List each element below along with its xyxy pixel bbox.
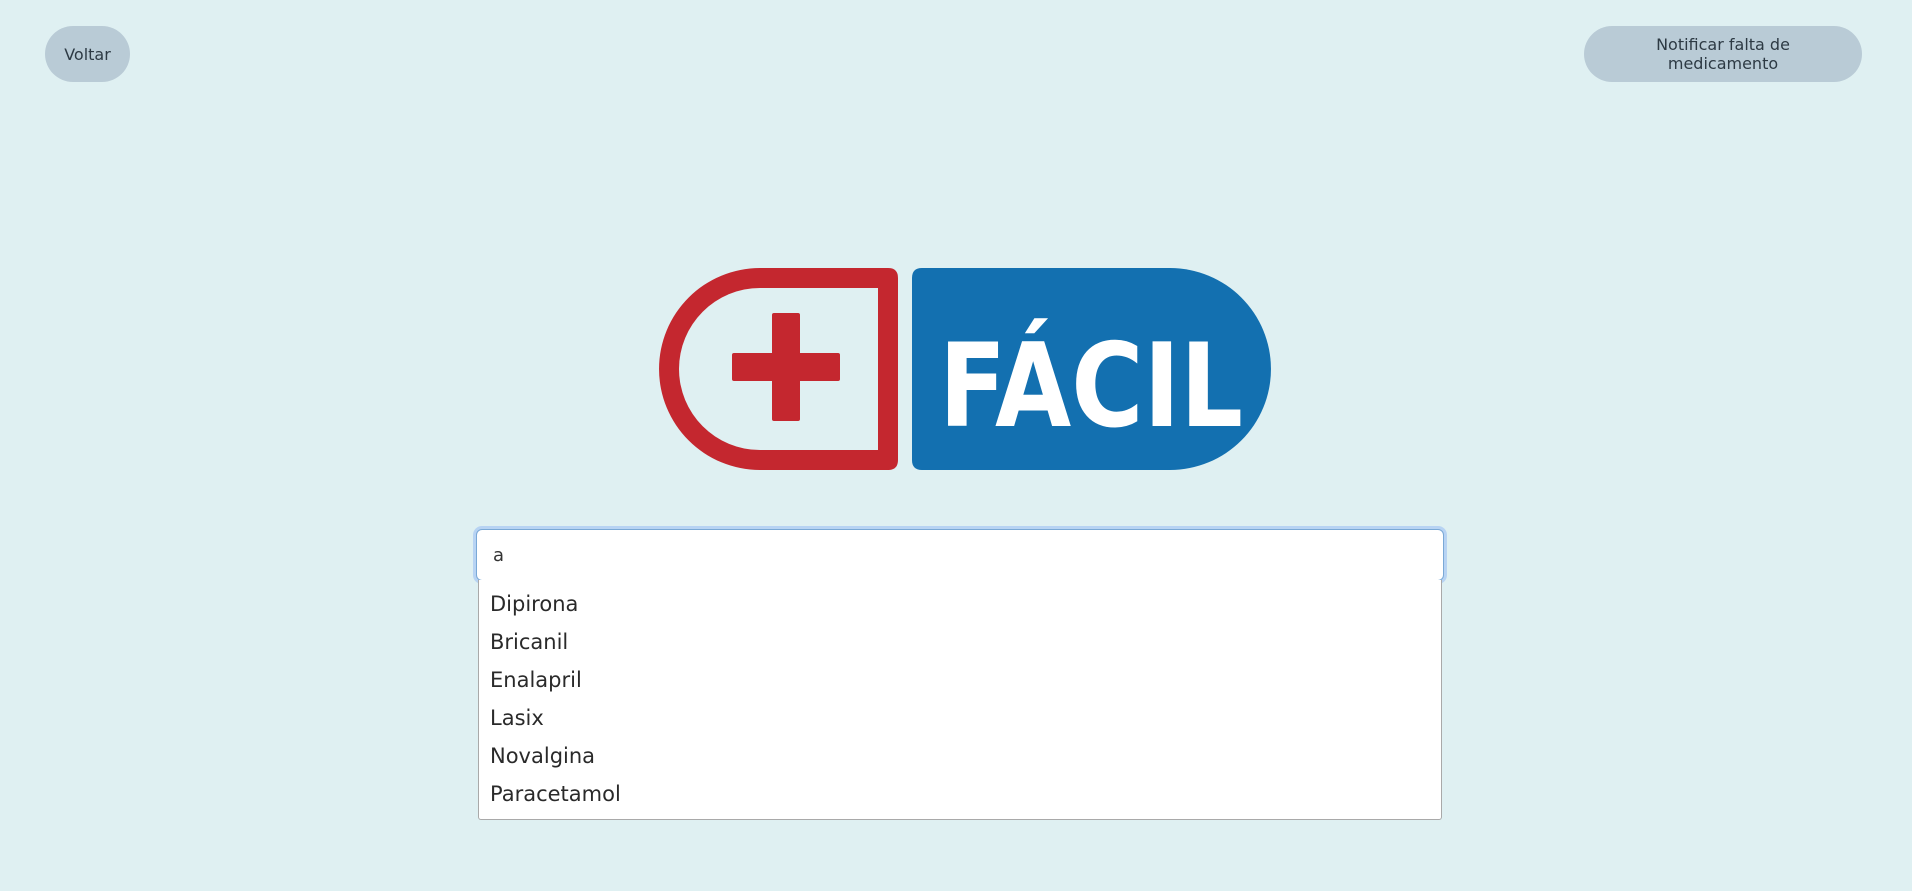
search-input[interactable] — [476, 529, 1444, 581]
suggestion-item[interactable]: Dipirona — [479, 585, 1441, 623]
search-container: Dipirona Bricanil Enalapril Lasix Novalg… — [476, 529, 1444, 820]
suggestion-item[interactable]: Paracetamol — [479, 775, 1441, 813]
suggestion-item[interactable]: Novalgina — [479, 737, 1441, 775]
suggestion-item[interactable]: Bricanil — [479, 623, 1441, 661]
logo: FÁCIL — [648, 266, 1272, 472]
suggestion-item[interactable]: Enalapril — [479, 661, 1441, 699]
logo-text: FÁCIL — [939, 319, 1243, 454]
notify-shortage-button[interactable]: Notificar falta de medicamento — [1584, 26, 1862, 82]
page: Voltar Notificar falta de medicamento FÁ… — [0, 0, 1912, 891]
plus-icon-horizontal — [732, 353, 840, 381]
suggestion-list: Dipirona Bricanil Enalapril Lasix Novalg… — [478, 580, 1442, 820]
suggestion-item[interactable]: Lasix — [479, 699, 1441, 737]
logo-graphic: FÁCIL — [659, 268, 1271, 470]
back-button[interactable]: Voltar — [45, 26, 130, 82]
